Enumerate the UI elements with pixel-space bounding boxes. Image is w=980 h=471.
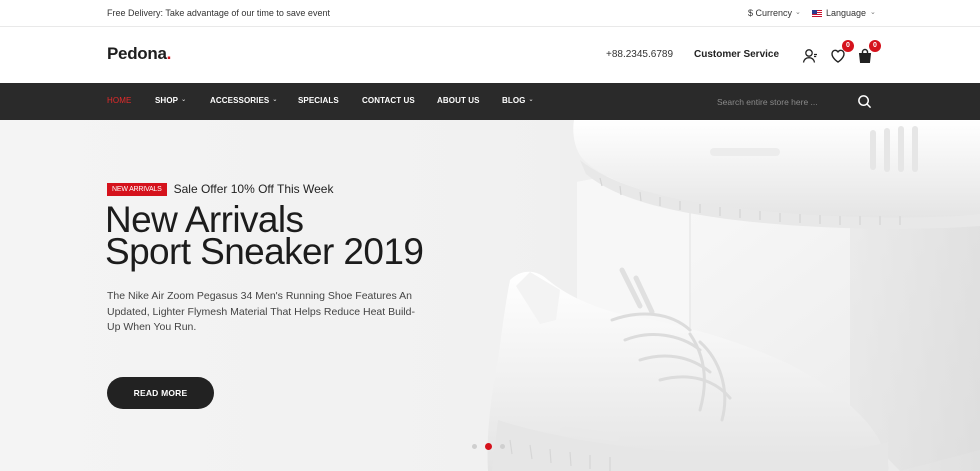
wishlist-count-badge: 0 xyxy=(842,40,854,52)
currency-selector[interactable]: $ Currency ⌄ xyxy=(748,8,801,18)
nav-item-label: SPECIALS xyxy=(298,96,339,105)
nav-item-home[interactable]: HOME xyxy=(107,96,131,105)
cart-button[interactable]: 0 xyxy=(857,40,881,64)
site-header: Pedona. +88.2345.6789 Customer Service 0… xyxy=(0,28,980,83)
logo-text: Pedona xyxy=(107,44,167,63)
slider-dot-1[interactable] xyxy=(472,444,477,449)
search-icon xyxy=(858,95,872,109)
promo-text: Free Delivery: Take advantage of our tim… xyxy=(107,8,330,18)
main-navigation: HOME SHOP ⌄ ACCESSORIES ⌄ SPECIALS CONTA… xyxy=(0,83,980,120)
account-button[interactable] xyxy=(802,48,818,64)
nav-item-label: CONTACT US xyxy=(362,96,415,105)
chevron-down-icon: ⌄ xyxy=(795,9,801,16)
user-icon xyxy=(802,49,817,63)
nav-item-label: ABOUT US xyxy=(437,96,480,105)
chevron-down-icon: ⌄ xyxy=(181,97,187,103)
hero-title-line-2: Sport Sneaker 2019 xyxy=(105,231,424,272)
nav-item-contact-us[interactable]: CONTACT US xyxy=(362,96,415,105)
nav-item-accessories[interactable]: ACCESSORIES ⌄ xyxy=(210,96,277,105)
language-label: Language xyxy=(826,8,867,18)
nav-item-label: ACCESSORIES xyxy=(210,96,270,105)
logo-dot: . xyxy=(166,44,172,63)
nav-item-about-us[interactable]: ABOUT US xyxy=(437,96,480,105)
nav-item-label: HOME xyxy=(107,96,132,105)
chevron-down-icon: ⌄ xyxy=(870,9,876,16)
hero-title: New Arrivals Sport Sneaker 2019 xyxy=(105,201,424,272)
chevron-down-icon: ⌄ xyxy=(528,97,534,103)
hero-description: The Nike Air Zoom Pegasus 34 Men's Runni… xyxy=(107,290,415,333)
slider-dot-2[interactable] xyxy=(485,443,492,450)
cart-count-badge: 0 xyxy=(869,40,881,52)
flag-icon xyxy=(812,9,822,17)
chevron-down-icon: ⌄ xyxy=(272,97,278,103)
phone-number: +88.2345.6789 xyxy=(606,49,674,60)
slider-dot-3[interactable] xyxy=(500,444,505,449)
search-input[interactable] xyxy=(717,94,847,110)
site-logo[interactable]: Pedona. xyxy=(107,44,171,64)
new-arrivals-badge: NEW ARRIVALS xyxy=(107,182,167,196)
nav-item-specials[interactable]: SPECIALS xyxy=(298,96,339,105)
nav-item-label: BLOG xyxy=(502,96,526,105)
sale-offer-text: Sale Offer 10% Off This Week xyxy=(173,182,334,196)
nav-item-label: SHOP xyxy=(155,96,179,105)
read-more-button[interactable]: READ MORE xyxy=(107,377,214,409)
language-selector[interactable]: Language ⌄ xyxy=(812,8,876,18)
search-button[interactable] xyxy=(857,94,872,109)
slider-pagination xyxy=(472,443,505,450)
currency-label: $ Currency xyxy=(748,8,793,18)
nav-item-shop[interactable]: SHOP ⌄ xyxy=(155,96,186,105)
hero-tag-row: NEW ARRIVALS Sale Offer 10% Off This Wee… xyxy=(107,182,333,196)
nav-item-blog[interactable]: BLOG ⌄ xyxy=(502,96,534,105)
wishlist-button[interactable]: 0 xyxy=(830,40,854,64)
hero-slider: NEW ARRIVALS Sale Offer 10% Off This Wee… xyxy=(0,120,980,471)
customer-service-link[interactable]: Customer Service xyxy=(694,49,779,60)
top-bar: Free Delivery: Take advantage of our tim… xyxy=(0,0,980,27)
